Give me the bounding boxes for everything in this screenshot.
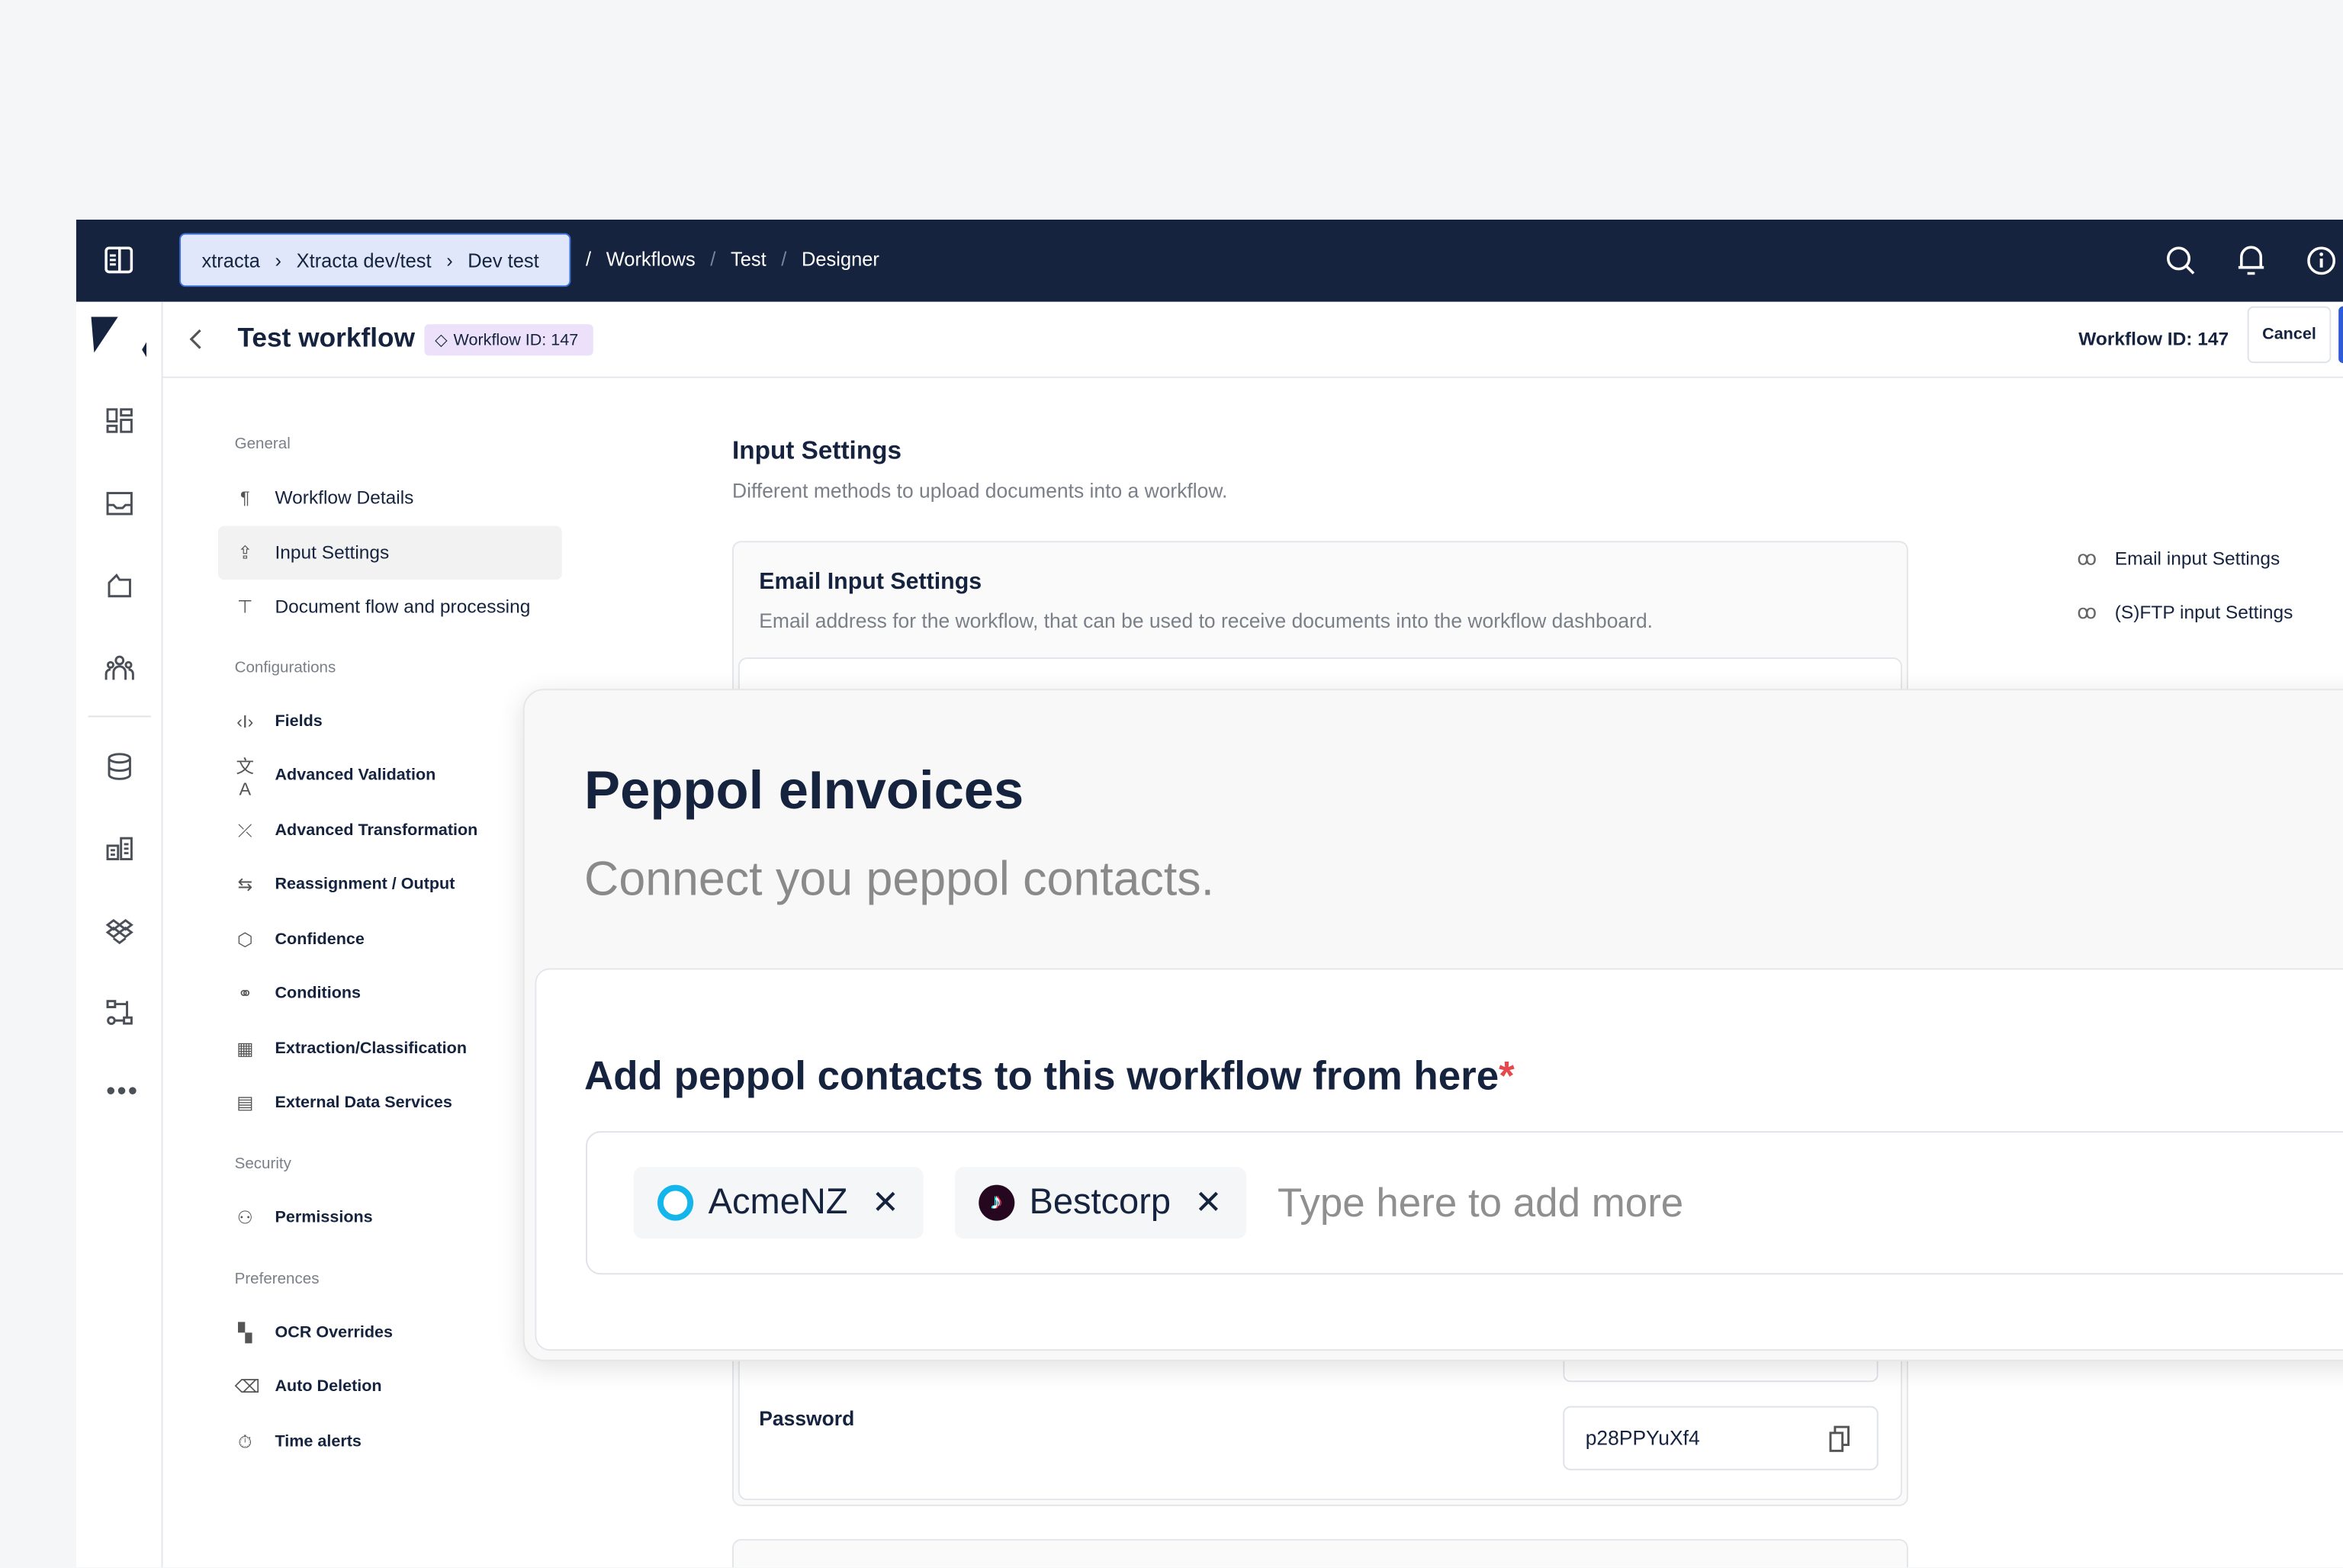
database-icon[interactable] [104,751,134,781]
password-field[interactable]: p28PPYuXf4 [1563,1406,1879,1470]
sidebar-toggle-icon[interactable] [104,246,133,274]
dashboard-icon[interactable] [104,406,134,436]
settings-nav-item[interactable]: ⇪ Input Settings [218,525,562,580]
settings-nav-item[interactable]: ⚇ Permissions [218,1190,562,1245]
contacts-tag-input[interactable]: AcmeNZ ✕ ♪ Bestcorp ✕ Type here to add m… [586,1131,2343,1275]
users-icon[interactable] [104,653,134,683]
xero-logo-icon [657,1184,694,1221]
back-chevron-icon[interactable] [188,329,204,349]
modal-subtitle: Connect you peppol contacts. [584,851,1215,906]
workflow-id-label: Workflow ID: 147 [2078,329,2229,350]
nav-item-icon: 文A [236,755,255,799]
breadcrumb-workflows[interactable]: Workflows [606,248,696,270]
settings-nav-item[interactable]: ⚭ Conditions [218,967,562,1021]
nav-item-icon: ⇆ [237,874,253,895]
cancel-button[interactable]: Cancel [2247,306,2332,364]
nav-item-icon: ▚ [238,1322,252,1344]
tiktok-logo-icon: ♪ [978,1184,1014,1221]
save-button[interactable] [2338,306,2343,364]
settings-section-label: Preferences [234,1270,320,1288]
anchor-icon: ꝏ [2077,600,2097,623]
settings-nav-item[interactable]: ⬡ Confidence [218,913,562,967]
settings-nav-item[interactable]: ‹I› Fields [218,695,562,749]
settings-nav-item[interactable]: 文A Advanced Validation [218,749,562,803]
nav-item-icon: ¶ [239,487,250,509]
card-title: Email Input Settings [759,569,982,595]
tag-icon: ◇ [435,331,448,350]
nav-item-icon: ▤ [236,1092,254,1113]
contacts-field-label: Add peppol contacts to this workflow fro… [584,1053,1515,1099]
settings-nav-item[interactable]: ▤ External Data Services [218,1076,562,1130]
contact-chip-acmenz: AcmeNZ ✕ [633,1167,924,1239]
tag-input-placeholder[interactable]: Type here to add more [1278,1180,1683,1226]
org-breadcrumb[interactable]: xtracta › Xtracta dev/test › Dev test [179,233,571,288]
nav-item-icon: ⬡ [237,929,253,951]
nav-item-icon: ⏱ [238,1430,252,1452]
breadcrumb-test[interactable]: Test [731,248,767,270]
reports-icon[interactable] [104,834,134,863]
integrations-icon[interactable] [104,916,134,946]
more-icon[interactable]: ••• [106,1076,139,1107]
password-label: Password [759,1407,855,1430]
breadcrumb-project[interactable]: Dev test [468,249,538,271]
breadcrumb-designer[interactable]: Designer [802,248,879,270]
inbox-icon[interactable] [104,489,134,519]
nav-item-icon: ⊤ [237,596,253,618]
settings-nav-item[interactable]: ⏱ Time alerts [218,1415,562,1469]
page-title: Test workflow [237,323,416,353]
contact-chip-bestcorp: ♪ Bestcorp ✕ [954,1167,1246,1239]
modal-title: Peppol eInvoices [584,759,1024,821]
sftp-input-card [732,1538,1908,1568]
remove-chip-icon[interactable]: ✕ [872,1184,899,1223]
settings-nav-item[interactable]: ⇆ Reassignment / Output [218,858,562,912]
nav-item-icon: ⌫ [234,1376,260,1397]
breadcrumb-team[interactable]: Xtracta dev/test [297,249,432,271]
settings-nav-item[interactable]: ⤫ Advanced Transformation [218,804,562,858]
settings-section-label: General [234,435,291,453]
settings-nav-item[interactable]: ⌫ Auto Deletion [218,1360,562,1414]
chevron-right-icon: › [446,249,453,272]
nav-item-icon: ▦ [236,1038,254,1060]
info-icon[interactable] [2306,245,2337,276]
logo [91,316,147,358]
settings-nav-item[interactable]: ▦ Extraction/Classification [218,1022,562,1076]
settings-nav-item[interactable]: ▚ OCR Overrides [218,1306,562,1360]
section-subtitle: Different methods to upload documents in… [732,479,1228,503]
settings-section-label: Configurations [234,659,336,677]
divider [88,715,151,718]
app-sidebar: ••• [76,301,163,1568]
nav-item-icon: ⚇ [236,1207,253,1229]
anchor-sftp-input[interactable]: ꝏ (S)FTP input Settings [2077,601,2293,625]
workflow-icon[interactable] [104,998,134,1028]
anchor-icon: ꝏ [2077,547,2097,570]
nav-item-icon: ⤫ [237,819,252,841]
nav-item-icon: ⚭ [237,983,253,1004]
nav-item-icon: ⇪ [237,542,253,564]
card-description: Email address for the workflow, that can… [759,609,1654,632]
settings-section-label: Security [234,1155,291,1173]
required-mark: * [1499,1053,1515,1099]
settings-nav-item[interactable]: ⊤ Document flow and processing [218,580,562,634]
section-title: Input Settings [732,436,902,465]
settings-nav-item[interactable]: ¶ Workflow Details [218,471,562,525]
copy-icon[interactable] [1827,1425,1851,1452]
documents-icon[interactable] [104,570,134,600]
path-breadcrumb: / Workflows / Test / Designer [586,248,879,271]
workflow-id-badge: ◇ Workflow ID: 147 [424,324,593,356]
anchor-email-input[interactable]: ꝏ Email input Settings [2077,547,2280,570]
bell-icon[interactable] [2235,243,2267,276]
remove-chip-icon[interactable]: ✕ [1194,1184,1222,1223]
search-icon[interactable] [2165,245,2197,276]
chevron-right-icon: › [275,249,282,272]
breadcrumb-org[interactable]: xtracta [201,249,259,271]
nav-item-icon: ‹I› [236,711,254,733]
